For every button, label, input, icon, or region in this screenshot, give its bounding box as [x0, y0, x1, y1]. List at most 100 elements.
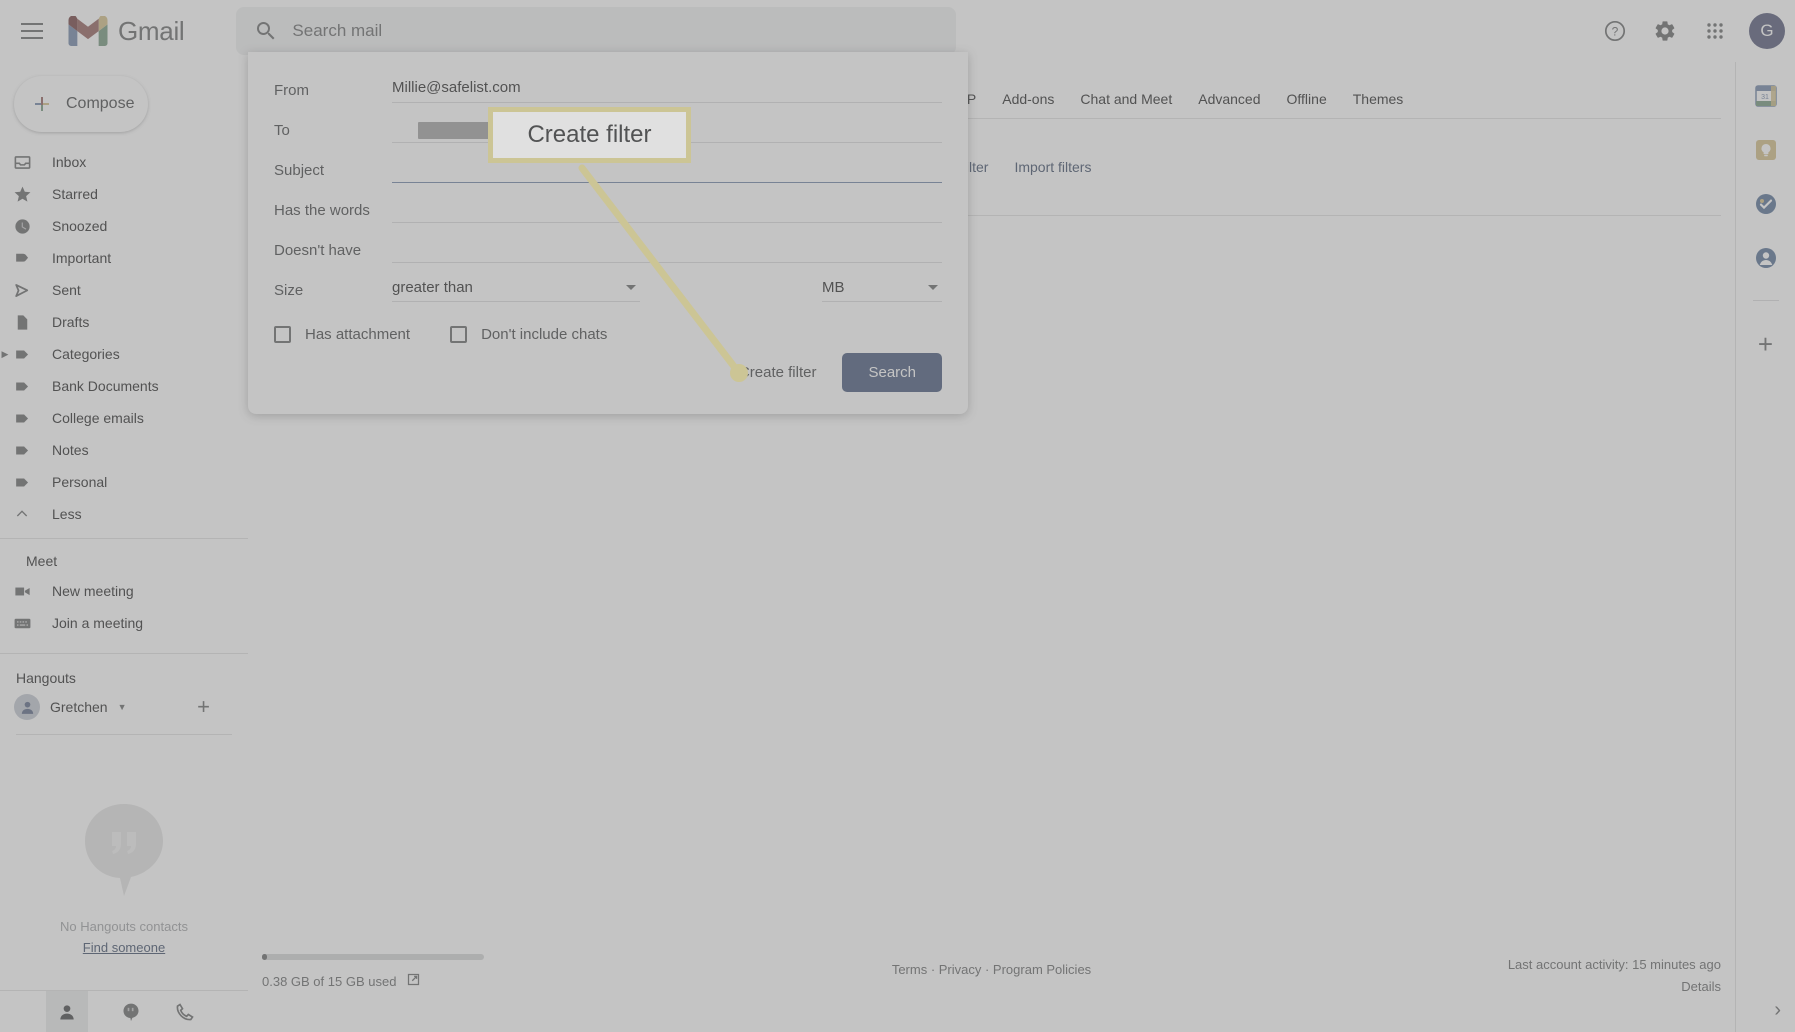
tab-addons[interactable]: Add-ons [1002, 91, 1054, 107]
size-operator-value: greater than [392, 278, 473, 296]
field-row-to: To [274, 110, 942, 150]
has-the-words-input[interactable] [392, 197, 942, 223]
svg-text:?: ? [1612, 25, 1619, 39]
sidebar-item-label: College emails [52, 410, 144, 426]
chevron-right-icon[interactable]: ▶ [0, 349, 12, 360]
sidebar-item-notes[interactable]: Notes [0, 434, 236, 466]
sidebar-item-label: Personal [52, 474, 108, 490]
sidebar-item-label: Notes [52, 442, 89, 458]
person-avatar-icon [14, 694, 40, 720]
create-filter-button[interactable]: Create filter [739, 364, 817, 381]
sidebar-item-label: Less [52, 506, 82, 522]
google-tasks-icon[interactable] [1754, 192, 1778, 216]
details-link[interactable]: Details [1508, 976, 1721, 998]
left-sidebar: Compose Inbox Starred Snoozed Important [0, 62, 248, 1032]
plus-icon[interactable]: + [1758, 331, 1773, 357]
checkbox-box[interactable] [450, 326, 468, 343]
sidebar-item-label: Categories [52, 346, 120, 362]
label-icon [12, 440, 32, 460]
tab-chat-and-meet[interactable]: Chat and Meet [1080, 91, 1172, 107]
sidebar-item-label: Inbox [52, 154, 87, 170]
doesnt-have-label: Doesn't have [274, 241, 362, 259]
search-input[interactable]: Search mail [292, 21, 382, 41]
dont-include-chats-checkbox[interactable]: Don't include chats [450, 326, 607, 343]
phone-icon[interactable] [174, 1001, 196, 1023]
help-icon[interactable]: ? [1593, 9, 1637, 53]
sidebar-item-college-emails[interactable]: College emails [0, 402, 236, 434]
hamburger-icon[interactable] [8, 7, 56, 55]
top-right-actions: ? G [1593, 0, 1785, 62]
compose-button[interactable]: Compose [14, 76, 148, 132]
field-row-subject: Subject [274, 150, 942, 190]
sidebar-item-label: Drafts [52, 314, 90, 330]
google-keep-icon[interactable] [1754, 138, 1778, 162]
sidebar-item-sent[interactable]: Sent [0, 274, 236, 306]
checkbox-box[interactable] [274, 326, 291, 343]
label-icon [12, 376, 32, 396]
meet-section-title: Meet [26, 553, 58, 569]
gmail-logo[interactable]: Gmail [68, 16, 185, 47]
sidebar-item-label: New meeting [52, 583, 134, 599]
search-button[interactable]: Search [842, 353, 942, 392]
from-label: From [274, 81, 309, 99]
size-operator-select[interactable]: greater than [392, 279, 640, 302]
sidebar-item-personal[interactable]: Personal [0, 466, 236, 498]
has-the-words-label: Has the words [274, 201, 370, 219]
sidebar-item-new-meeting[interactable]: New meeting [0, 575, 236, 607]
avatar[interactable]: G [1749, 13, 1785, 49]
import-filters-link[interactable]: Import filters [1014, 159, 1091, 175]
from-input[interactable] [392, 77, 942, 103]
footer: 0.38 GB of 15 GB used Terms · Privacy · … [248, 912, 1735, 1032]
google-contacts-icon[interactable] [1754, 246, 1778, 270]
hangouts-quote-icon[interactable] [120, 1001, 142, 1023]
terms-links[interactable]: Terms · Privacy · Program Policies [892, 962, 1091, 977]
sidebar-item-starred[interactable]: Starred [0, 178, 236, 210]
hangouts-divider [16, 734, 232, 735]
hangouts-empty-text: No Hangouts contacts [60, 919, 188, 934]
apps-grid-icon[interactable] [1693, 9, 1737, 53]
hangouts-user-row[interactable]: Gretchen ▼ + [0, 690, 248, 724]
inbox-icon [12, 152, 32, 172]
doesnt-have-input[interactable] [392, 237, 942, 263]
sidebar-item-bank-documents[interactable]: Bank Documents [0, 370, 236, 402]
tab-advanced[interactable]: Advanced [1198, 91, 1260, 107]
size-label: Size [274, 281, 304, 299]
sidebar-item-inbox[interactable]: Inbox [0, 146, 236, 178]
add-hangout-icon[interactable]: + [197, 694, 210, 720]
dialog-checkbox-row: Has attachment Don't include chats [274, 326, 942, 343]
field-row-doesnt-have: Doesn't have [274, 230, 942, 270]
person-icon[interactable] [46, 990, 88, 1032]
find-someone-link[interactable]: Find someone [83, 940, 165, 955]
chevron-up-icon [12, 504, 32, 524]
sidebar-item-join-meeting[interactable]: Join a meeting [0, 607, 236, 639]
sidebar-item-snoozed[interactable]: Snoozed [0, 210, 236, 242]
sidebar-item-less[interactable]: Less [0, 498, 236, 530]
sidebar-item-label: Starred [52, 186, 98, 202]
tab-offline[interactable]: Offline [1287, 91, 1327, 107]
settings-gear-icon[interactable] [1643, 9, 1687, 53]
label-icon [12, 472, 32, 492]
google-calendar-icon[interactable]: 31 [1754, 84, 1778, 108]
field-row-size: Size greater than MB [274, 270, 942, 310]
right-side-panel: 31 + › [1735, 62, 1795, 1032]
redacted-to-value [418, 121, 514, 139]
sidebar-item-categories[interactable]: ▶ Categories [0, 338, 236, 370]
subject-input[interactable] [392, 157, 942, 183]
chevron-down-icon[interactable]: ▼ [118, 702, 127, 712]
size-unit-value: MB [822, 278, 845, 296]
tab-themes[interactable]: Themes [1353, 91, 1404, 107]
last-activity-text: Last account activity: 15 minutes ago [1507, 957, 1721, 972]
sidebar-item-label: Bank Documents [52, 378, 159, 394]
sidebar-item-important[interactable]: Important [0, 242, 236, 274]
svg-text:31: 31 [1761, 94, 1769, 101]
dont-include-chats-label: Don't include chats [481, 326, 608, 343]
label-icon [12, 344, 32, 364]
sidebar-item-label: Snoozed [52, 218, 108, 234]
size-unit-select[interactable]: MB [822, 279, 942, 302]
has-attachment-checkbox[interactable]: Has attachment [274, 326, 410, 343]
sidebar-item-label: Important [52, 250, 112, 266]
sidebar-item-drafts[interactable]: Drafts [0, 306, 236, 338]
chevron-right-icon[interactable]: › [1774, 999, 1781, 1022]
search-bar[interactable]: Search mail [236, 7, 957, 55]
send-icon [12, 280, 32, 300]
